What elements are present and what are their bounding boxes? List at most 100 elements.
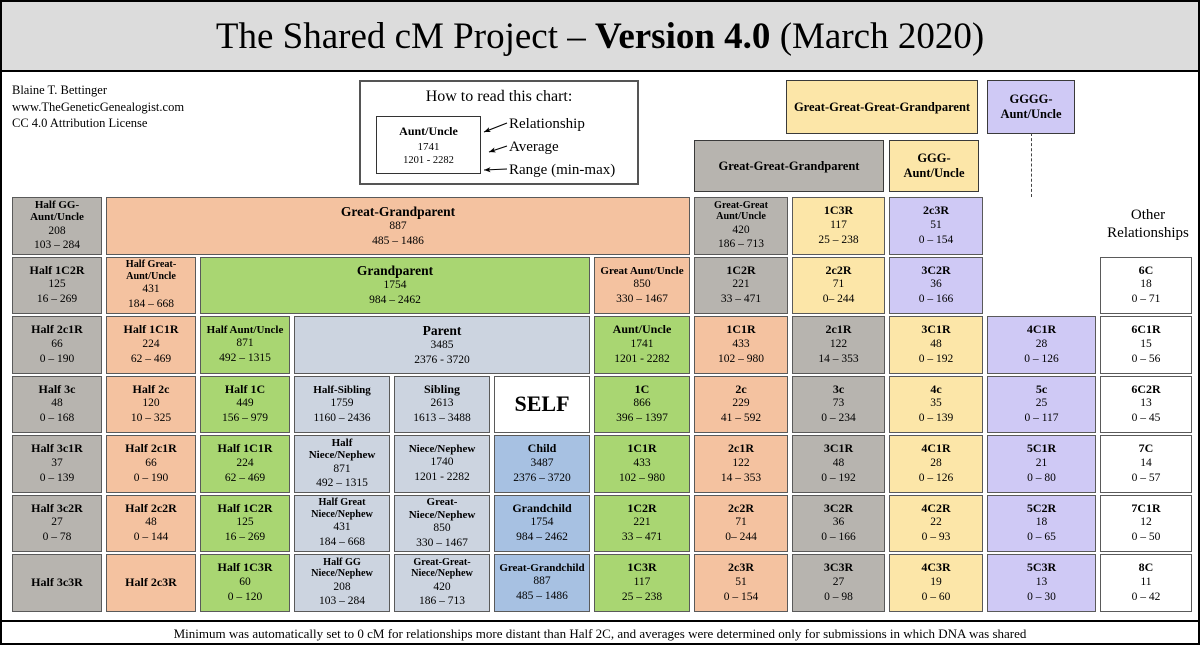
relationship-cell[interactable]: 2c 229 41 – 592 xyxy=(694,376,788,433)
relationship-cell[interactable]: Great-Niece/Nephew 850 330 – 1467 xyxy=(394,495,490,552)
relationship-cell[interactable]: Sibling 2613 1613 – 3488 xyxy=(394,376,490,433)
relationship-cell[interactable]: 1C2R 221 33 – 471 xyxy=(594,495,690,552)
relationship-cell[interactable]: Half 1C3R 60 0 – 120 xyxy=(200,554,290,612)
cell-average-value: 2613 xyxy=(430,397,454,410)
cell-range-value: 0 – 139 xyxy=(918,412,954,425)
cell-relationship-label: 3C3R xyxy=(823,560,854,575)
relationship-cell[interactable]: 4C1R 28 0 – 126 xyxy=(889,435,983,493)
cell-relationship-label: Half 1C xyxy=(224,381,266,396)
relationship-cell[interactable]: 7C 14 0 – 57 xyxy=(1100,435,1192,493)
relationship-cell[interactable]: 5c 25 0 – 117 xyxy=(987,376,1096,433)
cell-average-value: 866 xyxy=(633,397,651,410)
cell-range-value: 102 – 980 xyxy=(718,352,764,365)
cell-relationship-label: Half GG Niece/Nephew xyxy=(311,556,373,580)
shared-cm-project-chart: The Shared cM Project – Version 4.0 (Mar… xyxy=(0,0,1200,645)
relationship-cell[interactable]: 5C2R 18 0 – 65 xyxy=(987,495,1096,552)
relationship-cell[interactable]: Half 3c 48 0 – 168 xyxy=(12,376,102,433)
cell-range-value: 0 – 78 xyxy=(42,531,72,544)
relationship-cell[interactable]: Niece/Nephew 1740 1201 - 2282 xyxy=(394,435,490,493)
relationship-cell[interactable]: Great Aunt/Uncle 850 330 – 1467 xyxy=(594,257,690,314)
cell-range-value: 62 – 469 xyxy=(224,471,266,484)
cell-relationship-label: Grandparent xyxy=(356,263,434,279)
cell-range-value: 984 – 2462 xyxy=(369,294,421,307)
relationship-cell[interactable]: 3C3R 27 0 – 98 xyxy=(792,554,885,612)
relationship-cell[interactable]: Child 3487 2376 – 3720 xyxy=(494,435,590,493)
relationship-cell[interactable]: Half Aunt/Uncle 871 492 – 1315 xyxy=(200,316,290,374)
relationship-cell[interactable]: Half 2c1R 66 0 – 190 xyxy=(12,316,102,374)
relationship-cell[interactable]: 1C3R 117 25 – 238 xyxy=(594,554,690,612)
relationship-cell[interactable]: Grandparent 1754 984 – 2462 xyxy=(200,257,590,314)
cell-relationship-label: Half 1C2R xyxy=(29,262,85,277)
relationship-cell[interactable]: 1C1R 433 102 – 980 xyxy=(694,316,788,374)
cell-range-value: 103 – 284 xyxy=(34,239,80,252)
relationship-cell[interactable]: Half 1C2R 125 16 – 269 xyxy=(200,495,290,552)
relationship-cell[interactable]: 3C1R 48 0 – 192 xyxy=(889,316,983,374)
relationship-cell[interactable]: 3C2R 36 0 – 166 xyxy=(792,495,885,552)
relationship-cell[interactable]: Half-Sibling 1759 1160 – 2436 xyxy=(294,376,390,433)
relationship-cell[interactable]: Half 1C1R 224 62 – 469 xyxy=(200,435,290,493)
relationship-cell[interactable]: 5C1R 21 0 – 80 xyxy=(987,435,1096,493)
relationship-cell[interactable]: Half 2c2R 48 0 – 144 xyxy=(106,495,196,552)
cell-range-value: 0 – 190 xyxy=(39,352,75,365)
relationship-cell[interactable]: 8C 11 0 – 42 xyxy=(1100,554,1192,612)
relationship-cell[interactable]: 2c3R 51 0 – 154 xyxy=(694,554,788,612)
relationship-cell[interactable]: 2c2R 71 0– 244 xyxy=(792,257,885,314)
relationship-cell[interactable]: 2c3R 51 0 – 154 xyxy=(889,197,983,255)
cell-relationship-label: 1C3R xyxy=(627,560,657,575)
relationship-cell[interactable]: Great-Grandparent 887 485 – 1486 xyxy=(106,197,690,255)
cell-range-value: 0 – 120 xyxy=(227,590,263,603)
relationship-cell[interactable]: 2c1R 122 14 – 353 xyxy=(792,316,885,374)
relationship-cell[interactable]: 4C2R 22 0 – 93 xyxy=(889,495,983,552)
relationship-cell[interactable]: Half 1C 449 156 – 979 xyxy=(200,376,290,433)
relationship-cell[interactable]: 1C2R 221 33 – 471 xyxy=(694,257,788,314)
cell-range-value: 186 – 713 xyxy=(718,238,764,251)
relationship-cell[interactable]: 1C1R 433 102 – 980 xyxy=(594,435,690,493)
relationship-cell[interactable]: Half 3c2R 27 0 – 78 xyxy=(12,495,102,552)
relationship-cell[interactable]: 6C1R 15 0 – 56 xyxy=(1100,316,1192,374)
relationship-cell[interactable]: 3C1R 48 0 – 192 xyxy=(792,435,885,493)
relationship-cell[interactable]: 3c 73 0 – 234 xyxy=(792,376,885,433)
relationship-cell[interactable]: Half 2c3R xyxy=(106,554,196,612)
relationship-cell[interactable]: 6C2R 13 0 – 45 xyxy=(1100,376,1192,433)
relationship-cell[interactable]: 7C1R 12 0 – 50 xyxy=(1100,495,1192,552)
relationship-cell[interactable]: 2c1R 122 14 – 353 xyxy=(694,435,788,493)
relationship-cell[interactable]: Half 1C1R 224 62 – 469 xyxy=(106,316,196,374)
relationship-cell[interactable]: Parent 3485 2376 - 3720 xyxy=(294,316,590,374)
relationship-cell[interactable]: 4C3R 19 0 – 60 xyxy=(889,554,983,612)
relationship-cell[interactable]: 1C 866 396 – 1397 xyxy=(594,376,690,433)
page-title: The Shared cM Project – Version 4.0 (Mar… xyxy=(216,15,984,58)
relationship-cell[interactable]: 5C3R 13 0 – 30 xyxy=(987,554,1096,612)
cell-range-value: 0 – 42 xyxy=(1131,590,1161,603)
relationship-cell[interactable]: Great-Grandchild 887 485 – 1486 xyxy=(494,554,590,612)
relationship-cell[interactable]: 4c 35 0 – 139 xyxy=(889,376,983,433)
relationship-cell[interactable]: Half 1C2R 125 16 – 269 xyxy=(12,257,102,314)
relationship-cell[interactable]: Grandchild 1754 984 – 2462 xyxy=(494,495,590,552)
relationship-cell[interactable]: Half Niece/Nephew 871 492 – 1315 xyxy=(294,435,390,493)
relationship-cell[interactable]: Half Great Niece/Nephew 431 184 – 668 xyxy=(294,495,390,552)
credits-block: Blaine T. Bettinger www.TheGeneticGeneal… xyxy=(12,82,184,132)
cell-average-value: 48 xyxy=(51,397,63,410)
relationship-cell[interactable]: 4C1R 28 0 – 126 xyxy=(987,316,1096,374)
relationship-cell[interactable]: 6C 18 0 – 71 xyxy=(1100,257,1192,314)
relationship-cell[interactable]: Aunt/Uncle 1741 1201 - 2282 xyxy=(594,316,690,374)
cell-range-value: 25 – 238 xyxy=(621,590,663,603)
cell-range-value: 1201 - 2282 xyxy=(614,352,670,365)
cell-relationship-label: 5C3R xyxy=(1026,560,1057,575)
relationship-cell[interactable]: Half 3c3R xyxy=(12,554,102,612)
relationship-cell[interactable]: Half 3c1R 37 0 – 139 xyxy=(12,435,102,493)
relationship-cell[interactable]: 3C2R 36 0 – 166 xyxy=(889,257,983,314)
cell-relationship-label: 2c xyxy=(735,381,747,396)
cell-range-value: 0 – 30 xyxy=(1027,590,1056,603)
relationship-cell[interactable]: Half Great-Aunt/Uncle 431 184 – 668 xyxy=(106,257,196,314)
relationship-cell[interactable]: Great-Great Aunt/Uncle 420 186 – 713 xyxy=(694,197,788,255)
relationship-cell[interactable]: Half 2c 120 10 – 325 xyxy=(106,376,196,433)
relationship-cell[interactable]: SELF xyxy=(494,376,590,433)
cell-relationship-label: Child xyxy=(527,441,557,456)
cell-relationship-label: Half Aunt/Uncle xyxy=(206,324,284,337)
relationship-cell[interactable]: Half GG-Aunt/Uncle 208 103 – 284 xyxy=(12,197,102,255)
relationship-cell[interactable]: 1C3R 117 25 – 238 xyxy=(792,197,885,255)
relationship-cell[interactable]: 2c2R 71 0– 244 xyxy=(694,495,788,552)
relationship-cell[interactable]: Half 2c1R 66 0 – 190 xyxy=(106,435,196,493)
relationship-cell[interactable]: Half GG Niece/Nephew 208 103 – 284 xyxy=(294,554,390,612)
relationship-cell[interactable]: Great-Great-Niece/Nephew 420 186 – 713 xyxy=(394,554,490,612)
